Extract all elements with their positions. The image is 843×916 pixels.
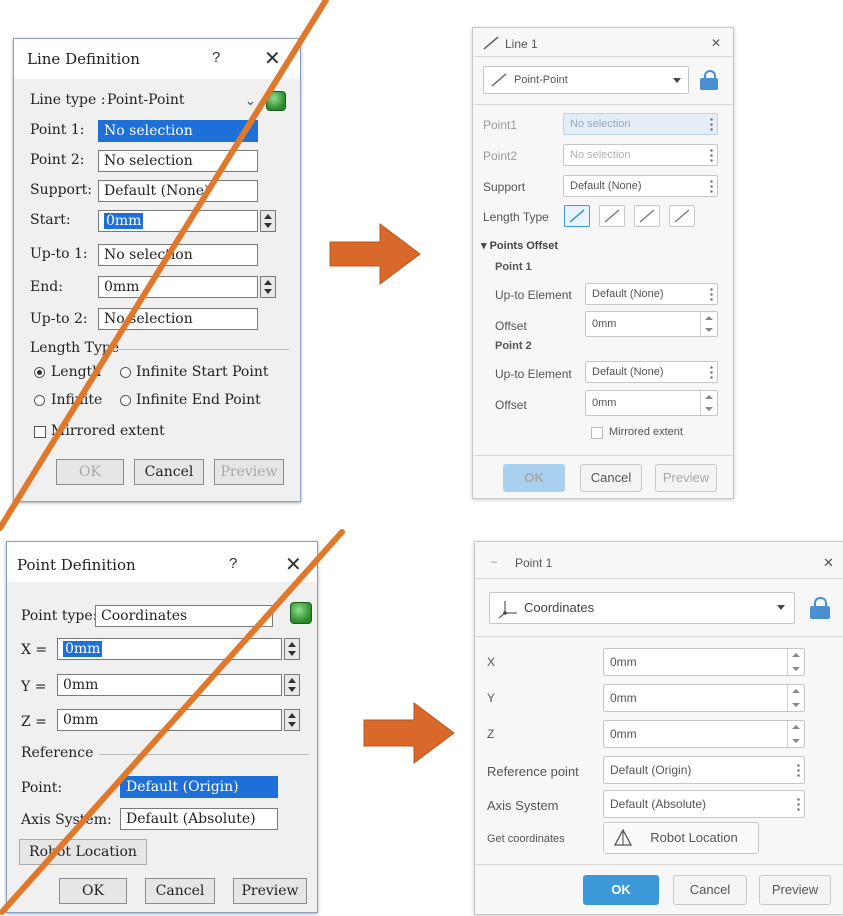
strike-through-lines	[0, 0, 345, 915]
